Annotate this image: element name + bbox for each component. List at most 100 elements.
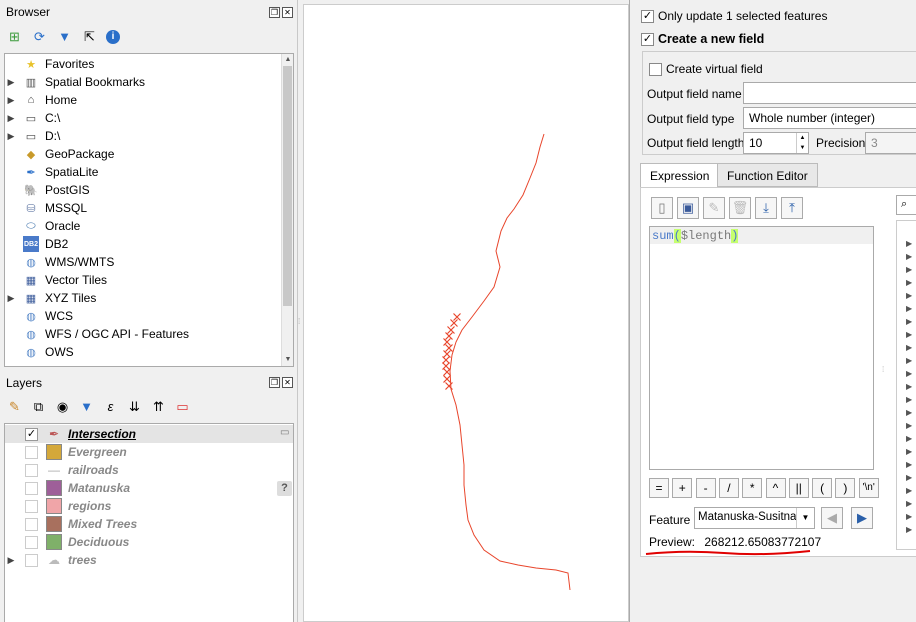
browser-item[interactable]: ◍ WMS/WMTS (5, 253, 293, 271)
output-name-input[interactable] (743, 82, 916, 104)
expand-arrow-icon[interactable]: ▶ (906, 395, 912, 404)
new-file-icon[interactable]: ▯ (651, 197, 673, 219)
expand-arrow-icon[interactable]: ▶ (906, 408, 912, 417)
filter-icon[interactable]: ▼ (56, 28, 73, 45)
scroll-down-icon[interactable]: ▼ (282, 354, 293, 366)
expand-arrow-icon[interactable]: ▶ (906, 473, 912, 482)
layer-item[interactable]: ▶ ☁ trees (5, 551, 293, 569)
expand-arrow-icon[interactable]: ▶ (906, 382, 912, 391)
browser-item[interactable]: ◆ GeoPackage (5, 145, 293, 163)
layer-item[interactable]: — railroads (5, 461, 293, 479)
help-icon[interactable]: ? (277, 481, 292, 496)
browser-item[interactable]: ◍ WCS (5, 307, 293, 325)
expand-arrow-icon[interactable]: ▶ (906, 525, 912, 534)
only-update-checkbox[interactable]: ✓ (641, 9, 654, 23)
float-icon[interactable]: ❐ (269, 377, 280, 388)
layer-item[interactable]: regions (5, 497, 293, 515)
save-icon[interactable]: ▣ (677, 197, 699, 219)
operator-button[interactable]: ^ (765, 478, 786, 498)
scroll-up-icon[interactable]: ▲ (282, 54, 293, 66)
expand-arrow-icon[interactable]: ▶ (906, 278, 912, 287)
expand-arrow-icon[interactable]: ▶ (5, 555, 17, 566)
layer-item[interactable]: Mixed Trees (5, 515, 293, 533)
layer-item[interactable]: Matanuska (5, 479, 293, 497)
float-icon[interactable]: ❐ (269, 7, 280, 18)
browser-item[interactable]: ▶ ▦ XYZ Tiles (5, 289, 293, 307)
expand-arrow-icon[interactable]: ▶ (906, 369, 912, 378)
function-search-input[interactable]: ⌕ (896, 195, 916, 215)
previous-feature-icon[interactable]: ◀ (821, 507, 843, 529)
output-length-spinbox[interactable]: 10 ▲ ▼ (743, 132, 809, 154)
filter-legend-icon[interactable]: ▼ (78, 398, 95, 415)
expression-filter-icon[interactable]: ε (102, 398, 119, 415)
expand-arrow-icon[interactable]: ▶ (906, 304, 912, 313)
splitter-handle[interactable]: ⁞ (882, 365, 884, 374)
browser-item[interactable]: ▶ ⌂ Home (5, 91, 293, 109)
edit-icon[interactable]: ✎ (703, 197, 725, 219)
layer-item[interactable]: Evergreen (5, 443, 293, 461)
operator-button[interactable]: / (718, 478, 739, 498)
expression-editor[interactable]: sum($length) (649, 226, 874, 470)
browser-item[interactable]: ★ Favorites (5, 55, 293, 73)
collapse-all-icon[interactable]: ⇈ (150, 398, 167, 415)
operator-button[interactable]: ) (835, 478, 856, 498)
layer-item[interactable]: Deciduous (5, 533, 293, 551)
add-layer-icon[interactable]: ⊞ (6, 28, 23, 45)
delete-icon[interactable]: 🗑 (729, 197, 751, 219)
layer-item[interactable]: ✓ ✒ Intersection (5, 425, 293, 443)
expand-arrow-icon[interactable]: ▶ (906, 239, 912, 248)
create-field-checkbox[interactable]: ✓ (641, 32, 654, 46)
browser-item[interactable]: ◍ OWS (5, 343, 293, 361)
expand-arrow-icon[interactable]: ▶ (906, 356, 912, 365)
chevron-down-icon[interactable]: ▼ (796, 508, 814, 528)
browser-item[interactable]: ▶ ▥ Spatial Bookmarks (5, 73, 293, 91)
expand-arrow-icon[interactable]: ▶ (906, 460, 912, 469)
expand-arrow-icon[interactable]: ▶ (906, 499, 912, 508)
browser-item[interactable]: DB2 DB2 (5, 235, 293, 253)
visibility-eye-icon[interactable]: ◉ (54, 398, 71, 415)
browser-scrollbar[interactable]: ▲ ▼ (281, 54, 293, 366)
info-icon[interactable]: i (106, 29, 120, 44)
browser-item[interactable]: ✒ SpatiaLite (5, 163, 293, 181)
expand-arrow-icon[interactable]: ▶ (5, 131, 17, 142)
expand-arrow-icon[interactable]: ▶ (906, 317, 912, 326)
expand-arrow-icon[interactable]: ▶ (906, 252, 912, 261)
browser-item[interactable]: ▶ ▭ D:\ (5, 127, 293, 145)
browser-item[interactable]: ⬭ Oracle (5, 217, 293, 235)
refresh-icon[interactable]: ⟳ (31, 28, 48, 45)
operator-button[interactable]: = (649, 478, 669, 498)
tab-function-editor[interactable]: Function Editor (717, 163, 818, 187)
virtual-field-checkbox[interactable] (649, 62, 662, 76)
expand-arrow-icon[interactable]: ▶ (906, 512, 912, 521)
layer-filter-indicator-icon[interactable]: ▭ (280, 427, 289, 438)
expand-arrow-icon[interactable]: ▶ (906, 486, 912, 495)
layer-visibility-checkbox[interactable] (25, 517, 38, 531)
expand-arrow-icon[interactable]: ▶ (906, 343, 912, 352)
layer-visibility-checkbox[interactable]: ✓ (25, 427, 38, 441)
expand-arrow-icon[interactable]: ▶ (906, 291, 912, 300)
browser-item[interactable]: ⛁ MSSQL (5, 199, 293, 217)
expand-arrow-icon[interactable]: ▶ (5, 77, 17, 88)
expand-arrow-icon[interactable]: ▶ (5, 113, 17, 124)
tab-expression[interactable]: Expression (640, 163, 720, 187)
layer-visibility-checkbox[interactable] (25, 553, 38, 567)
browser-item[interactable]: ▦ Vector Tiles (5, 271, 293, 289)
expand-arrow-icon[interactable]: ▶ (906, 330, 912, 339)
close-icon[interactable]: ✕ (282, 7, 293, 18)
browser-item[interactable]: ▶ ▭ C:\ (5, 109, 293, 127)
add-group-icon[interactable]: ⧉ (30, 398, 47, 415)
operator-button[interactable]: + (672, 478, 693, 498)
next-feature-icon[interactable]: ▶ (851, 507, 873, 529)
browser-item[interactable]: ◍ WFS / OGC API - Features (5, 325, 293, 343)
expand-all-icon[interactable]: ⇊ (126, 398, 143, 415)
output-type-select[interactable]: Whole number (integer) (743, 107, 916, 129)
export-icon[interactable]: ⤒ (781, 197, 803, 219)
operator-button[interactable]: - (695, 478, 716, 498)
import-icon[interactable]: ⤓ (755, 197, 777, 219)
remove-layer-icon[interactable]: ▭ (174, 398, 191, 415)
operator-button[interactable]: '\n' (858, 478, 879, 498)
expand-arrow-icon[interactable]: ▶ (906, 265, 912, 274)
feature-combobox[interactable]: Matanuska-Susitna ▼ (694, 507, 815, 529)
scroll-thumb[interactable] (283, 66, 292, 306)
layer-visibility-checkbox[interactable] (25, 445, 38, 459)
